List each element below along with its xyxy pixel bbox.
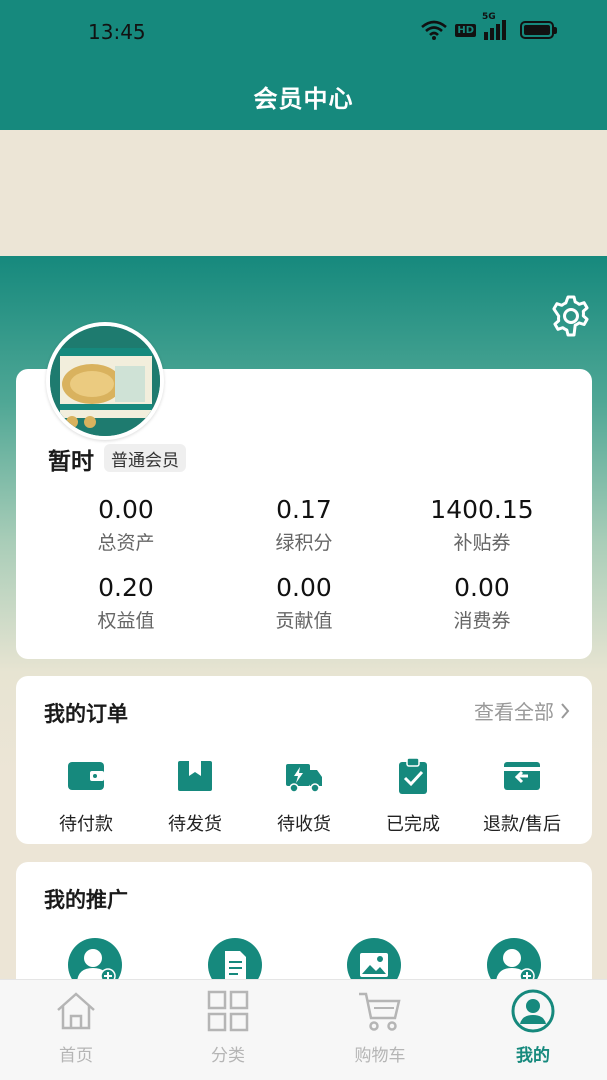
stat-value: 1400.15 — [430, 495, 534, 524]
stat-label: 绿积分 — [275, 532, 333, 554]
stat-label: 权益值 — [97, 610, 155, 632]
battery-icon — [520, 21, 557, 39]
stat-value: 0.00 — [98, 495, 154, 524]
order-label: 待付款 — [59, 814, 113, 835]
stat-value: 0.00 — [454, 573, 510, 602]
nav-bar: 会员中心 — [0, 62, 607, 130]
order-completed[interactable]: 已完成 — [358, 756, 468, 836]
order-pending-shipment[interactable]: 待发货 — [140, 756, 250, 836]
stat-label: 补贴券 — [453, 532, 511, 554]
signal-icon: 5G — [482, 12, 506, 40]
refund-icon — [504, 762, 540, 790]
orders-title: 我的订单 — [44, 702, 128, 726]
network-type: 5G — [482, 12, 496, 22]
orders-card: 我的订单 查看全部 待付款 待发货 待收货 已完成 退款/售后 — [16, 676, 592, 844]
bottom-tab-bar: 首页 分类 购物车 我的 — [0, 979, 607, 1080]
tab-mine[interactable]: 我的 — [483, 988, 583, 1066]
tab-label: 首页 — [59, 1046, 93, 1066]
tab-label: 我的 — [516, 1046, 550, 1066]
stat-consumption-coupons[interactable]: 0.00 消费券 — [382, 573, 582, 633]
stat-label: 贡献值 — [275, 610, 333, 632]
package-icon — [178, 761, 212, 791]
tab-category[interactable]: 分类 — [178, 988, 278, 1066]
cart-icon — [359, 992, 401, 1031]
hd-icon: HD — [455, 23, 476, 37]
tab-label: 购物车 — [354, 1046, 406, 1066]
stat-label: 总资产 — [97, 532, 155, 554]
stat-subsidy-coupons[interactable]: 1400.15 补贴券 — [382, 495, 582, 555]
settings-gear-icon[interactable] — [549, 294, 593, 338]
tab-home[interactable]: 首页 — [26, 988, 126, 1066]
stat-value: 0.17 — [276, 495, 332, 524]
banner-area — [0, 130, 607, 256]
order-pending-receipt[interactable]: 待收货 — [249, 756, 359, 836]
stat-green-points[interactable]: 0.17 绿积分 — [204, 495, 404, 555]
user-name: 暂时 — [48, 449, 94, 475]
tab-label: 分类 — [211, 1046, 245, 1066]
stat-label: 消费券 — [453, 610, 511, 632]
avatar-image — [50, 326, 160, 436]
status-icons: HD 5G — [421, 12, 557, 40]
promotion-title: 我的推广 — [44, 888, 128, 912]
stat-total-assets[interactable]: 0.00 总资产 — [26, 495, 226, 555]
clipboard-check-icon — [399, 757, 427, 794]
delivery-truck-icon — [286, 764, 322, 793]
home-icon — [57, 992, 95, 1030]
wifi-icon — [421, 20, 448, 40]
avatar[interactable] — [46, 322, 164, 440]
order-refund-aftersale[interactable]: 退款/售后 — [467, 756, 577, 836]
view-all-label: 查看全部 — [474, 700, 554, 724]
stat-equity-value[interactable]: 0.20 权益值 — [26, 573, 226, 633]
order-label: 已完成 — [386, 814, 440, 835]
stat-contribution-value[interactable]: 0.00 贡献值 — [204, 573, 404, 633]
status-time: 13:45 — [88, 20, 146, 44]
stat-value: 0.00 — [276, 573, 332, 602]
order-label: 退款/售后 — [482, 814, 562, 835]
order-pending-payment[interactable]: 待付款 — [31, 756, 141, 836]
status-bar: 13:45 HD 5G — [0, 0, 607, 62]
member-level-badge: 普通会员 — [104, 444, 186, 472]
view-all-orders-link[interactable]: 查看全部 — [474, 696, 570, 725]
order-label: 待发货 — [168, 814, 222, 835]
page-title: 会员中心 — [253, 84, 354, 113]
category-grid-icon — [207, 990, 249, 1032]
wallet-icon — [68, 762, 104, 790]
chevron-right-icon — [561, 702, 570, 719]
order-label: 待收货 — [277, 814, 331, 835]
user-profile-icon — [511, 989, 555, 1033]
stat-value: 0.20 — [98, 573, 154, 602]
tab-cart[interactable]: 购物车 — [330, 988, 430, 1066]
